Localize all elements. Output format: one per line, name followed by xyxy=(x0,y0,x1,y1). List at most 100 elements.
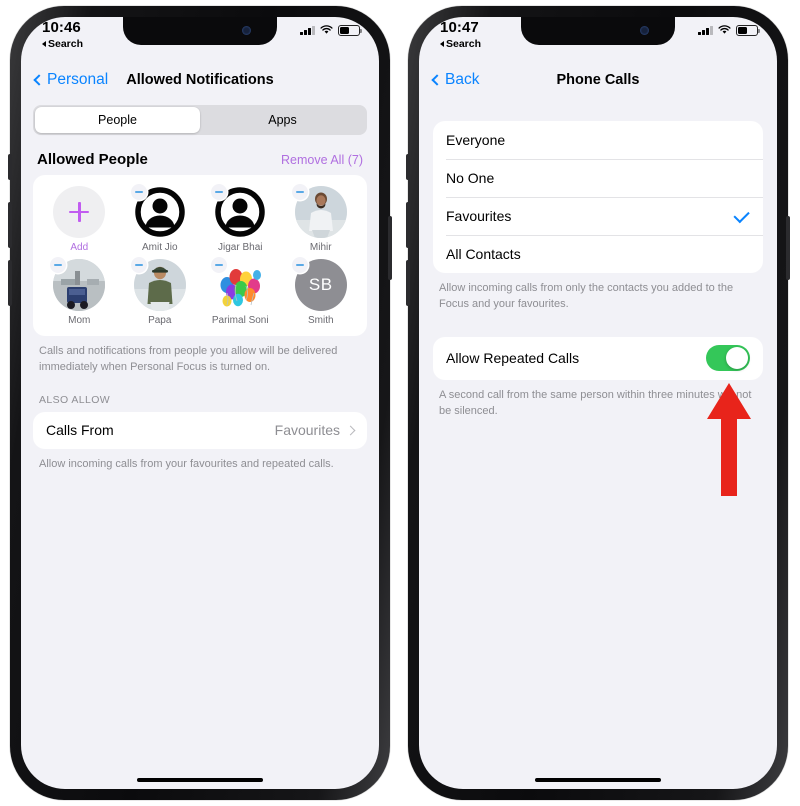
calls-from-label: Calls From xyxy=(46,422,114,439)
options-footnote: Allow incoming calls from only the conta… xyxy=(439,282,734,310)
option-everyone[interactable]: Everyone xyxy=(433,121,763,159)
volume-down-button[interactable] xyxy=(8,260,12,306)
remove-person-badge[interactable] xyxy=(130,184,147,200)
silence-switch[interactable] xyxy=(406,154,410,180)
avatar xyxy=(53,186,106,238)
avatar-wrap xyxy=(130,184,186,238)
repeated-calls-list: Allow Repeated Calls xyxy=(433,336,763,380)
avatar-wrap xyxy=(211,257,267,311)
option-no-one[interactable]: No One xyxy=(433,159,763,197)
checkmark-icon xyxy=(733,206,750,223)
calls-from-value: Favourites xyxy=(274,422,340,439)
remove-person-badge[interactable] xyxy=(291,257,308,273)
people-grid: Add Amit Jio Jigar Bhai Mihir Mom Papa P… xyxy=(39,184,362,326)
allowed-people-card: Add Amit Jio Jigar Bhai Mihir Mom Papa P… xyxy=(33,175,367,336)
back-button-personal[interactable]: Personal xyxy=(33,71,109,89)
cellular-signal-icon xyxy=(300,25,315,36)
minus-icon xyxy=(215,264,224,266)
power-button[interactable] xyxy=(388,216,392,280)
person-smith[interactable]: SB Smith xyxy=(281,257,362,326)
calls-from-right: Favourites xyxy=(274,422,356,439)
plus-icon xyxy=(69,202,90,222)
back-triangle-icon xyxy=(42,41,46,47)
nav-bar-left: Personal Allowed Notifications xyxy=(21,61,379,99)
status-time: 10:47 xyxy=(440,19,479,36)
also-allow-label: ALSO ALLOW xyxy=(39,393,111,406)
person-add[interactable]: Add xyxy=(39,186,120,253)
segmented-control: People Apps xyxy=(33,105,367,135)
screenshot-canvas: 10:46 Search Personal Allowed Notificati… xyxy=(0,0,800,806)
person-papa[interactable]: Papa xyxy=(120,257,201,326)
remove-person-badge[interactable] xyxy=(291,184,308,200)
screen-left: 10:46 Search Personal Allowed Notificati… xyxy=(21,17,379,789)
remove-all-button[interactable]: Remove All (7) xyxy=(281,153,363,167)
red-arrow-up-icon xyxy=(707,383,751,496)
back-to-app-link[interactable]: Search xyxy=(42,38,83,50)
battery-icon xyxy=(338,25,362,36)
person-mom[interactable]: Mom xyxy=(39,257,120,326)
volume-down-button[interactable] xyxy=(406,260,410,306)
person-label: Jigar Bhai xyxy=(218,242,263,253)
calls-from-row[interactable]: Calls From Favourites xyxy=(33,412,367,449)
avatar-wrap xyxy=(50,257,106,311)
person-amit-jio[interactable]: Amit Jio xyxy=(120,184,201,253)
person-label: Smith xyxy=(307,315,334,326)
avatar-wrap xyxy=(291,184,347,238)
status-time: 10:46 xyxy=(42,19,81,36)
option-label: All Contacts xyxy=(446,246,521,262)
minus-icon xyxy=(295,264,304,266)
allowed-people-footnote: Calls and notifications from people you … xyxy=(39,345,338,373)
chevron-right-icon xyxy=(345,425,356,436)
option-label: Everyone xyxy=(446,132,506,148)
back-to-app-label: Search xyxy=(48,38,84,50)
person-label: Papa xyxy=(148,315,172,326)
back-button-label: Personal xyxy=(47,71,109,88)
cellular-signal-icon xyxy=(698,25,713,36)
battery-icon xyxy=(736,25,760,36)
wifi-icon xyxy=(718,25,731,35)
tab-people[interactable]: People xyxy=(35,107,200,133)
option-label: No One xyxy=(446,170,495,186)
wifi-icon xyxy=(320,25,333,35)
toggle-knob xyxy=(726,347,748,370)
back-button[interactable]: Back xyxy=(431,71,479,89)
power-button[interactable] xyxy=(786,216,790,280)
home-indicator[interactable] xyxy=(535,777,661,782)
person-mihir[interactable]: Mihir xyxy=(281,184,362,253)
home-indicator[interactable] xyxy=(137,777,263,782)
status-indicators xyxy=(300,25,362,36)
call-source-options-list: Everyone No One Favourites All Contacts xyxy=(433,121,763,273)
remove-person-badge[interactable] xyxy=(130,257,147,273)
allow-repeated-calls-toggle[interactable] xyxy=(706,345,750,372)
person-label: Mom xyxy=(68,315,91,326)
person-jigar-bhai[interactable]: Jigar Bhai xyxy=(200,184,281,253)
silence-switch[interactable] xyxy=(8,154,12,180)
person-label: Mihir xyxy=(309,242,332,253)
avatar-wrap xyxy=(53,186,106,238)
tab-apps[interactable]: Apps xyxy=(200,107,365,133)
person-parimal-soni[interactable]: Parimal Soni xyxy=(200,257,281,326)
chevron-left-icon xyxy=(33,74,45,86)
minus-icon xyxy=(295,191,304,193)
minus-icon xyxy=(215,191,224,193)
option-favourites[interactable]: Favourites xyxy=(433,197,763,235)
minus-icon xyxy=(134,264,143,266)
notch xyxy=(521,17,675,45)
back-to-app-label: Search xyxy=(446,38,482,50)
content-right: Everyone No One Favourites All Contacts … xyxy=(419,121,777,420)
allow-repeated-calls-row[interactable]: Allow Repeated Calls xyxy=(433,337,763,380)
minus-icon xyxy=(134,191,143,193)
person-label: Add xyxy=(70,242,89,253)
calls-from-footnote: Allow incoming calls from your favourite… xyxy=(39,457,334,470)
front-camera-icon xyxy=(640,26,649,35)
option-all-contacts[interactable]: All Contacts xyxy=(433,235,763,273)
option-label: Favourites xyxy=(446,208,512,224)
volume-up-button[interactable] xyxy=(406,202,410,248)
back-triangle-icon xyxy=(440,41,444,47)
person-label: Parimal Soni xyxy=(211,315,269,326)
avatar-wrap xyxy=(130,257,186,311)
volume-up-button[interactable] xyxy=(8,202,12,248)
avatar-wrap xyxy=(211,184,267,238)
back-to-app-link[interactable]: Search xyxy=(440,38,481,50)
section-title: Allowed People xyxy=(37,151,148,168)
